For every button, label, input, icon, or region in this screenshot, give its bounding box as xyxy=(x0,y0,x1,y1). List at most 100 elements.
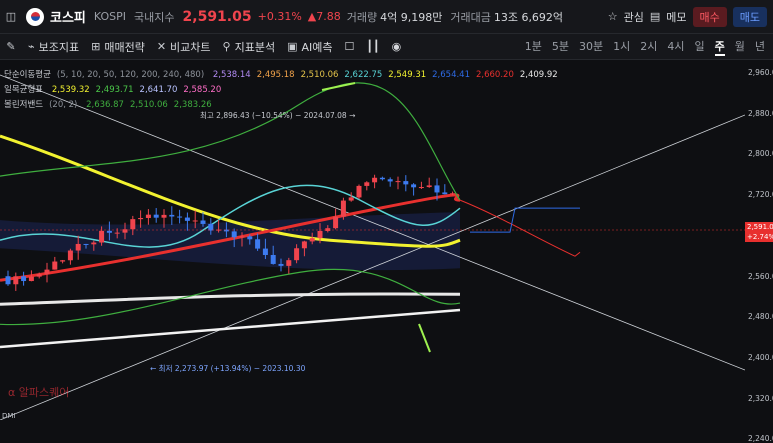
indicators-label: 보조지표 xyxy=(38,40,80,54)
pencil-icon[interactable]: ✎ xyxy=(0,40,22,53)
period-tab-2[interactable]: 30분 xyxy=(579,38,603,56)
price-axis-tick: 2,320.00 xyxy=(748,393,773,403)
candle-body xyxy=(5,276,11,285)
period-tab-9[interactable]: 년 xyxy=(755,38,765,56)
analysis-button[interactable]: ⚲ 지표분석 xyxy=(223,39,276,55)
candle-body xyxy=(278,263,284,266)
compare-label: 비교차트 xyxy=(170,40,211,54)
price-axis-tick: 2,560.00 xyxy=(748,271,773,281)
favorite-button[interactable]: 관심 xyxy=(624,9,644,25)
analysis-icon: ⚲ xyxy=(222,40,231,53)
candle-body xyxy=(114,232,120,234)
candle-body xyxy=(138,217,144,220)
ma-value-4: 2,549.31 xyxy=(388,70,427,80)
watermark-text: 알파스퀘어 xyxy=(18,386,70,399)
period-tab-6[interactable]: 일 xyxy=(695,38,705,56)
bollinger-legend: 볼린저밴드 (20, 2) 2,636.87 2,510.06 2,383.26 xyxy=(4,98,224,110)
support-line xyxy=(0,308,461,349)
indicators-button[interactable]: ⌁ 보조지표 xyxy=(28,39,79,55)
ma-value-6: 2,660.20 xyxy=(476,70,514,80)
candle-body xyxy=(325,228,331,232)
period-tab-7[interactable]: 주 xyxy=(714,38,725,56)
ma-legend-params: (5, 10, 20, 50, 120, 200, 240, 480) xyxy=(56,70,205,80)
ai-icon: ▣ xyxy=(287,40,298,53)
candle-type-icon[interactable]: ┃┃ xyxy=(366,40,379,53)
candle-body xyxy=(67,250,73,261)
period-tab-4[interactable]: 2시 xyxy=(640,38,657,56)
ma-value-5: 2,654.41 xyxy=(432,70,470,80)
ai-button[interactable]: ▣ AI예측 xyxy=(287,39,332,55)
candle-body xyxy=(44,269,50,275)
candle-body xyxy=(434,185,440,193)
ma-value-3: 2,622.75 xyxy=(344,70,383,80)
bollinger-legend-label: 볼린저밴드 xyxy=(4,100,44,110)
candle-body xyxy=(294,248,300,261)
watermark-logo: ⍺ 알파스퀘어 xyxy=(8,386,70,399)
candle-body xyxy=(208,223,214,231)
candle-body xyxy=(145,214,151,218)
candle-body xyxy=(83,243,89,245)
market-label: 국내지수 xyxy=(134,10,175,24)
buy-button[interactable]: 매수 xyxy=(692,6,727,27)
candle-body xyxy=(426,185,432,188)
sidebar-toggle-icon[interactable]: ◫ xyxy=(0,10,22,23)
stock-name: 코스피 xyxy=(50,11,86,26)
ma-legend-label: 단순이동평균 xyxy=(4,70,51,80)
stock-code: KOSPI xyxy=(93,10,127,23)
memo-icon[interactable]: ▤ xyxy=(650,10,660,23)
volume-value: 4억 9,198만 xyxy=(380,10,443,24)
candle-body xyxy=(247,236,253,240)
period-tab-8[interactable]: 월 xyxy=(735,38,745,56)
ma-480-line xyxy=(0,292,461,306)
candle-body xyxy=(387,179,393,182)
sell-button[interactable]: 매도 xyxy=(732,6,767,27)
ichimoku-legend-label: 일목균형표 xyxy=(4,85,44,95)
current-price-tag: 2,591.0 xyxy=(745,222,773,232)
ma-value-1: 2,495.18 xyxy=(256,70,295,80)
bollinger-legend-params: (20, 2) xyxy=(49,100,78,110)
candle-body xyxy=(91,242,97,245)
candle-body xyxy=(309,238,315,242)
strategy-label: 매매전략 xyxy=(104,40,145,54)
candle-body xyxy=(153,214,159,218)
candle-body xyxy=(177,216,183,218)
candle-body xyxy=(356,185,362,198)
candle-body xyxy=(184,217,190,221)
amount-value: 13조 6,692억 xyxy=(493,10,564,24)
period-tab-0[interactable]: 1분 xyxy=(525,38,542,56)
period-tab-1[interactable]: 5분 xyxy=(552,38,569,56)
candle-body xyxy=(239,236,245,238)
memo-button[interactable]: 메모 xyxy=(666,9,686,25)
candle-body xyxy=(364,182,370,186)
candle-body xyxy=(36,274,42,277)
strategy-button[interactable]: ⊞ 매매전략 xyxy=(91,39,145,55)
period-selector: 1분 5분 30분 1시 2시 4시 일 주 월 년 xyxy=(515,38,773,56)
candle-body xyxy=(379,177,385,180)
candle-body xyxy=(161,214,167,218)
price-axis-tick: 2,240.00 xyxy=(748,434,773,443)
price-axis-tick: 2,800.00 xyxy=(748,149,773,159)
ichimoku-value-1: 2,493.71 xyxy=(95,85,134,95)
compare-button[interactable]: ✕ 비교차트 xyxy=(157,39,211,55)
price-axis-tick: 2,400.00 xyxy=(748,352,773,362)
ma-value-0: 2,538.14 xyxy=(212,70,251,80)
price-chart[interactable] xyxy=(0,60,745,420)
ichimoku-value-0: 2,539.32 xyxy=(51,85,90,95)
ichimoku-legend: 일목균형표 2,539.32 2,493.71 2,641.70 2,585.20 xyxy=(4,83,233,95)
candle-body xyxy=(200,220,206,224)
period-tab-5[interactable]: 4시 xyxy=(667,38,684,56)
star-icon[interactable]: ☆ xyxy=(608,10,618,23)
amount-label: 거래대금 xyxy=(450,10,491,24)
camera-icon[interactable]: ◉ xyxy=(392,40,402,53)
candle-body xyxy=(418,187,424,189)
trend-line-down xyxy=(0,74,745,371)
ma-value-7: 2,409.92 xyxy=(519,70,558,80)
candle-body xyxy=(301,241,307,249)
square-toggle-icon[interactable]: ☐ xyxy=(344,40,354,53)
strategy-icon: ⊞ xyxy=(91,40,101,53)
title-bar: ◫ 코스피 KOSPI 국내지수 2,591.05 +0.31% ▲7.88 거… xyxy=(0,0,773,34)
low-annotation: ← 최저 2,273.97 (+13.94%) − 2023.10.30 xyxy=(150,364,306,373)
current-pct-tag: +2.74% xyxy=(745,232,773,242)
period-tab-3[interactable]: 1시 xyxy=(613,38,630,56)
change-percent: +0.31% xyxy=(257,10,302,23)
